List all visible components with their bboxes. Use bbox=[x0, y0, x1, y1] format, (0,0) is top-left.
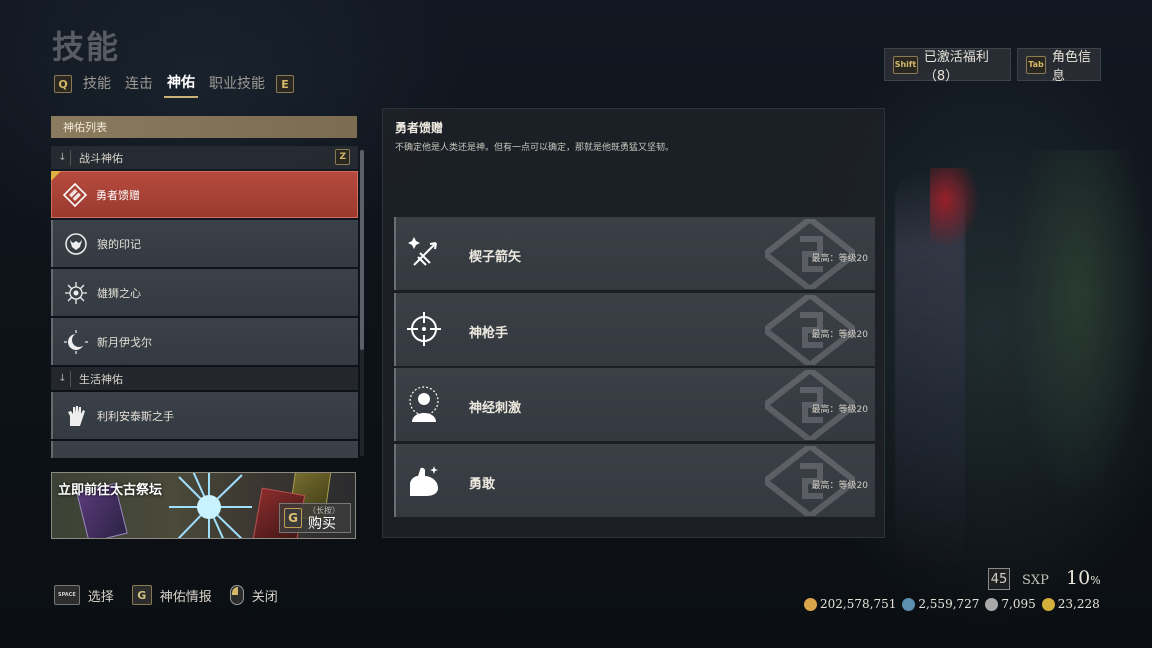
blessing-item-wolf-mark[interactable]: 狼的印记 bbox=[51, 220, 358, 267]
silver-gem-icon bbox=[985, 597, 999, 611]
activated-benefits-button[interactable]: Shift 已激活福利（8） bbox=[884, 48, 1011, 84]
blessing-item-label: 狼的印记 bbox=[97, 237, 141, 251]
currency-gold: 202,578,751 bbox=[804, 597, 896, 611]
list-scrollbar[interactable] bbox=[360, 150, 364, 350]
section-label: 生活神佑 bbox=[79, 372, 123, 386]
blessing-item-crescent-igor[interactable]: 新月伊戈尔 bbox=[51, 318, 358, 365]
tab-combo[interactable]: 连击 bbox=[122, 71, 156, 97]
currency-bar: 202,578,751 2,559,727 7,095 23,228 bbox=[804, 597, 1100, 611]
sxp-percent-value: 10 bbox=[1066, 567, 1091, 589]
background-character-hair bbox=[930, 168, 980, 248]
skill-row-wedge-arrow[interactable]: 楔子箭矢 最高：等级20 bbox=[394, 217, 875, 290]
promo-title: 立即前往太古祭坛 bbox=[58, 483, 163, 498]
currency-flower: 23,228 bbox=[1041, 597, 1100, 611]
crystal-burst-icon bbox=[169, 473, 252, 538]
collapse-arrow-icon: ↓ bbox=[55, 370, 71, 387]
sxp-percent: 10% bbox=[1066, 567, 1101, 589]
crosshair-icon bbox=[407, 312, 441, 346]
sxp-label: SXP bbox=[1022, 573, 1049, 588]
sxp-percent-unit: % bbox=[1090, 574, 1101, 587]
skill-max-level: 最高：等级20 bbox=[811, 254, 868, 264]
close-label[interactable]: 关闭 bbox=[252, 586, 278, 605]
skill-max-level: 最高：等级20 bbox=[811, 330, 868, 340]
tab-skills[interactable]: 技能 bbox=[80, 71, 114, 97]
currency-silver: 7,095 bbox=[985, 597, 1036, 611]
currency-value: 202,578,751 bbox=[820, 597, 897, 611]
crescent-moon-icon bbox=[63, 329, 89, 355]
background-tree bbox=[1010, 150, 1150, 510]
skill-name: 楔子箭矢 bbox=[469, 250, 522, 265]
detail-description: 不确定他是人类还是神。但有一点可以确定，那就是他既勇猛又坚韧。 bbox=[395, 143, 675, 153]
g-key-icon: G bbox=[284, 508, 302, 528]
character-info-button[interactable]: Tab 角色信息 bbox=[1017, 48, 1101, 84]
buy-label: 购买 bbox=[308, 516, 336, 532]
hold-hint: （长按） bbox=[308, 506, 340, 515]
currency-value: 7,095 bbox=[1001, 597, 1036, 611]
blue-gem-icon bbox=[902, 597, 916, 611]
blessing-item-lion-heart[interactable]: 雄狮之心 bbox=[51, 269, 358, 316]
flexed-arm-icon bbox=[410, 466, 438, 496]
currency-value: 2,559,727 bbox=[918, 597, 980, 611]
shift-key-icon: Shift bbox=[893, 55, 918, 74]
buy-button[interactable]: G （长按） 购买 bbox=[279, 503, 351, 533]
tab-blessing[interactable]: 神佑 bbox=[164, 70, 198, 98]
section-life-blessing[interactable]: ↓ 生活神佑 bbox=[51, 367, 358, 390]
tab-next-key[interactable]: E bbox=[276, 75, 294, 93]
currency-value: 23,228 bbox=[1057, 597, 1100, 611]
detail-title: 勇者馈赠 bbox=[395, 121, 444, 135]
tab-key-icon: Tab bbox=[1026, 55, 1046, 74]
blessing-item-label: 利利安泰斯之手 bbox=[97, 409, 174, 423]
blessing-item-label: 勇者馈赠 bbox=[96, 188, 140, 202]
g-key-icon[interactable]: G bbox=[131, 585, 152, 605]
select-label[interactable]: 选择 bbox=[88, 586, 114, 605]
section-label: 战斗神佑 bbox=[79, 151, 123, 165]
blessing-item-label: 雄狮之心 bbox=[97, 286, 141, 300]
page-title: 技能 bbox=[52, 28, 121, 66]
tab-bar: Q 技能 连击 神佑 职业技能 E bbox=[54, 70, 294, 98]
skill-max-level: 最高：等级20 bbox=[811, 481, 868, 491]
nerve-stimulus-icon bbox=[409, 386, 439, 422]
collapse-arrow-icon: ↓ bbox=[55, 149, 71, 166]
tab-class-skills[interactable]: 职业技能 bbox=[206, 71, 268, 97]
blessing-info-label[interactable]: 神佑情报 bbox=[160, 586, 212, 605]
z-key-icon: Z bbox=[335, 149, 350, 165]
activated-benefits-label: 已激活福利（8） bbox=[923, 49, 989, 84]
hand-icon bbox=[63, 403, 89, 429]
wedge-arrow-icon bbox=[408, 237, 437, 266]
gold-coin-icon bbox=[804, 597, 817, 611]
tab-prev-key[interactable]: Q bbox=[54, 75, 72, 93]
blessing-list-header: 神佑列表 bbox=[51, 116, 357, 138]
blessing-item-partial[interactable] bbox=[51, 441, 358, 458]
blessing-list: ↓ 战斗神佑 Z 勇者馈赠 狼的印记 雄狮之心 新月伊戈尔 ↓ 生活神佑 利利安 bbox=[51, 146, 358, 458]
skill-max-level: 最高：等级20 bbox=[811, 405, 868, 415]
level-badge: 45 bbox=[988, 568, 1010, 590]
blessing-item-hand[interactable]: 利利安泰斯之手 bbox=[51, 392, 358, 439]
blessing-item-hero-gift[interactable]: 勇者馈赠 bbox=[51, 171, 358, 218]
currency-blue: 2,559,727 bbox=[902, 597, 979, 611]
control-hints: SPACE 选择 G 神佑情报 关闭 bbox=[54, 585, 278, 605]
gold-flower-icon bbox=[1041, 597, 1055, 611]
skill-name: 神枪手 bbox=[469, 326, 509, 341]
skill-row-marksman[interactable]: 神枪手 最高：等级20 bbox=[394, 293, 875, 366]
skill-name: 勇敢 bbox=[469, 477, 496, 492]
hero-gift-icon bbox=[62, 182, 88, 208]
skill-row-nerve-stimulus[interactable]: 神经刺激 最高：等级20 bbox=[394, 368, 875, 441]
lion-heart-icon bbox=[63, 280, 89, 306]
blessing-item-label: 新月伊戈尔 bbox=[97, 335, 152, 349]
skill-row-bravery[interactable]: 勇敢 最高：等级20 bbox=[394, 444, 875, 517]
space-key-icon[interactable]: SPACE bbox=[54, 585, 80, 605]
skill-name: 神经刺激 bbox=[469, 401, 522, 416]
altar-promo-banner[interactable]: 立即前往太古祭坛 G （长按） 购买 bbox=[51, 472, 356, 539]
blessing-detail-panel: 勇者馈赠 不确定他是人类还是神。但有一点可以确定，那就是他既勇猛又坚韧。 楔子箭… bbox=[382, 108, 885, 538]
character-info-label: 角色信息 bbox=[1052, 49, 1092, 84]
mouse-icon[interactable] bbox=[229, 585, 244, 605]
wolf-mark-icon bbox=[63, 231, 89, 257]
section-combat-blessing[interactable]: ↓ 战斗神佑 Z bbox=[51, 146, 358, 169]
